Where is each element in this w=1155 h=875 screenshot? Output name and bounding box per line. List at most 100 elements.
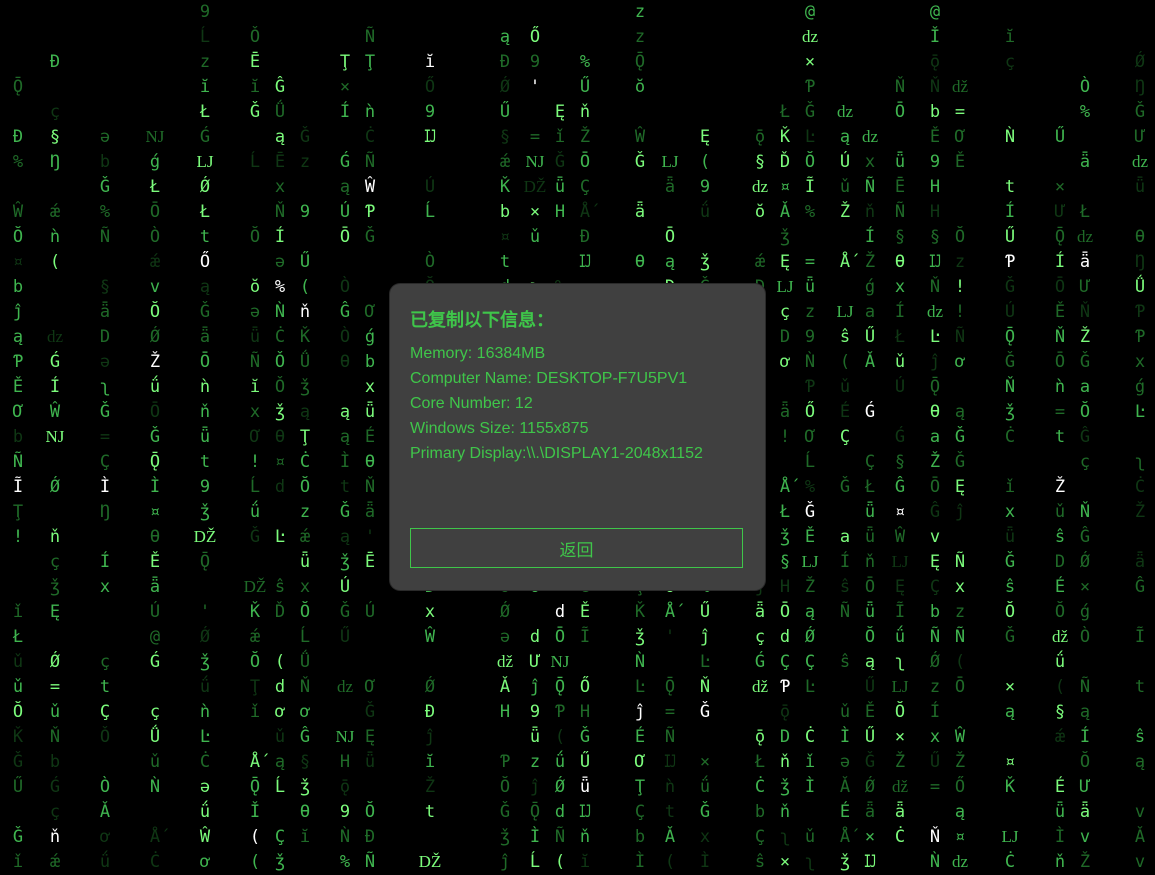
rain-glyph: Ǧ [499, 802, 511, 822]
rain-glyph: Ě [954, 152, 966, 172]
rain-glyph: t [424, 802, 436, 822]
rain-glyph: Ĳ [929, 252, 941, 272]
rain-glyph: Ñ [99, 227, 111, 247]
rain-glyph: Ű [12, 777, 24, 797]
rain-glyph: Ĝ [1134, 577, 1146, 597]
rain-glyph: ǐ [249, 702, 261, 722]
rain-glyph: Í [1004, 202, 1016, 222]
rain-glyph: Ž [839, 202, 851, 222]
rain-glyph: ǖ [554, 177, 566, 197]
rain-glyph: x [1004, 502, 1016, 522]
rain-glyph: Ę [954, 477, 966, 497]
rain-glyph: t [1004, 177, 1016, 197]
rain-glyph: Ǎ [99, 802, 111, 822]
rain-glyph: ň [579, 827, 591, 847]
back-button[interactable]: 返回 [410, 528, 743, 568]
rain-glyph [772, 450, 798, 475]
rain-glyph: ǘ [699, 777, 711, 797]
rain-glyph: ǟ [1134, 552, 1146, 572]
rain-glyph [42, 25, 68, 50]
rain-glyph: % [339, 852, 351, 872]
rain-glyph: ơ [779, 352, 791, 372]
rain-glyph: Ç [779, 652, 791, 672]
rain-glyph [1047, 150, 1073, 175]
rain-glyph: ' [364, 527, 376, 547]
rain-glyph: ' [199, 602, 211, 622]
rain-glyph: Ď [779, 152, 791, 172]
rain-glyph: Ŵ [424, 627, 436, 647]
rain-glyph: Ł [199, 202, 211, 222]
rain-glyph: ĭ [249, 377, 261, 397]
rain-glyph: Ǧ [699, 802, 711, 822]
rain-glyph: ǽ [149, 252, 161, 272]
rain-glyph: ǖ [804, 277, 816, 297]
rain-glyph: Ő [579, 677, 591, 697]
rain-glyph: z [929, 677, 941, 697]
rain-glyph [657, 100, 683, 125]
rain-glyph: Í [839, 552, 851, 572]
rain-glyph: ǽ [49, 852, 61, 872]
rain-glyph: Ɵ [149, 527, 161, 547]
rain-glyph: Ō [149, 202, 161, 222]
rain-glyph: Ō [339, 227, 351, 247]
rain-glyph: Ĩ [804, 177, 816, 197]
rain-glyph [92, 525, 118, 550]
rain-glyph: Ǿ [864, 777, 876, 797]
rain-glyph: Ǹ [804, 352, 816, 372]
rain-glyph: ǔ [12, 652, 24, 672]
rain-glyph [547, 225, 573, 250]
rain-glyph [242, 725, 268, 750]
rain-glyph [572, 0, 598, 25]
rain-glyph: Ŏ [299, 602, 311, 622]
rain-glyph: Ċ [149, 852, 161, 872]
rain-glyph: Ł [199, 102, 211, 122]
rain-glyph: b [929, 102, 941, 122]
rain-glyph: Ň [929, 827, 941, 847]
rain-glyph: Ǩ [779, 127, 791, 147]
rain-glyph: Ǎ [499, 677, 511, 697]
rain-glyph: ǟ [1079, 802, 1091, 822]
rain-glyph: H [929, 202, 941, 222]
rain-glyph: Ċ [894, 827, 906, 847]
rain-glyph: H [779, 577, 791, 597]
core-number-info: Core Number: 12 [410, 395, 533, 412]
rain-glyph: Ĝ [339, 302, 351, 322]
rain-glyph [657, 75, 683, 100]
rain-glyph: ǟ [664, 177, 676, 197]
rain-glyph: ǹ [49, 227, 61, 247]
rain-glyph: ç [49, 102, 61, 122]
rain-glyph [772, 0, 798, 25]
rain-glyph: Ō [954, 677, 966, 697]
rain-glyph: ǵ [149, 152, 161, 172]
rain-glyph: Ì [839, 727, 851, 747]
rain-glyph [42, 500, 68, 525]
rain-glyph [1127, 700, 1153, 725]
rain-glyph: Ǧ [1004, 552, 1016, 572]
rain-glyph [242, 175, 268, 200]
rain-glyph [332, 650, 358, 675]
rain-glyph: x [954, 577, 966, 597]
rain-glyph: ! [954, 277, 966, 297]
rain-glyph: = [804, 252, 816, 272]
rain-glyph: % [12, 152, 24, 172]
rain-glyph [357, 625, 383, 650]
rain-glyph: ĵ [12, 302, 24, 322]
rain-glyph: ǹ [1054, 377, 1066, 397]
rain-glyph: Ę [554, 102, 566, 122]
rain-glyph: ǯ [339, 552, 351, 572]
rain-glyph: Ǒ [99, 727, 111, 747]
rain-glyph [42, 175, 68, 200]
rain-glyph: Ư [1054, 202, 1066, 222]
rain-glyph: Ţ [339, 52, 351, 72]
rain-glyph: ( [1054, 677, 1066, 697]
rain-glyph: Ì [99, 477, 111, 497]
rain-glyph: É [364, 427, 376, 447]
rain-glyph: Ĝ [274, 77, 286, 97]
rain-glyph: Ő [424, 77, 436, 97]
rain-glyph: × [339, 77, 351, 97]
rain-glyph: x [864, 152, 876, 172]
rain-glyph: ç [99, 652, 111, 672]
rain-glyph: Ĺ [274, 777, 286, 797]
rain-glyph: = [954, 102, 966, 122]
rain-glyph: ( [299, 277, 311, 297]
